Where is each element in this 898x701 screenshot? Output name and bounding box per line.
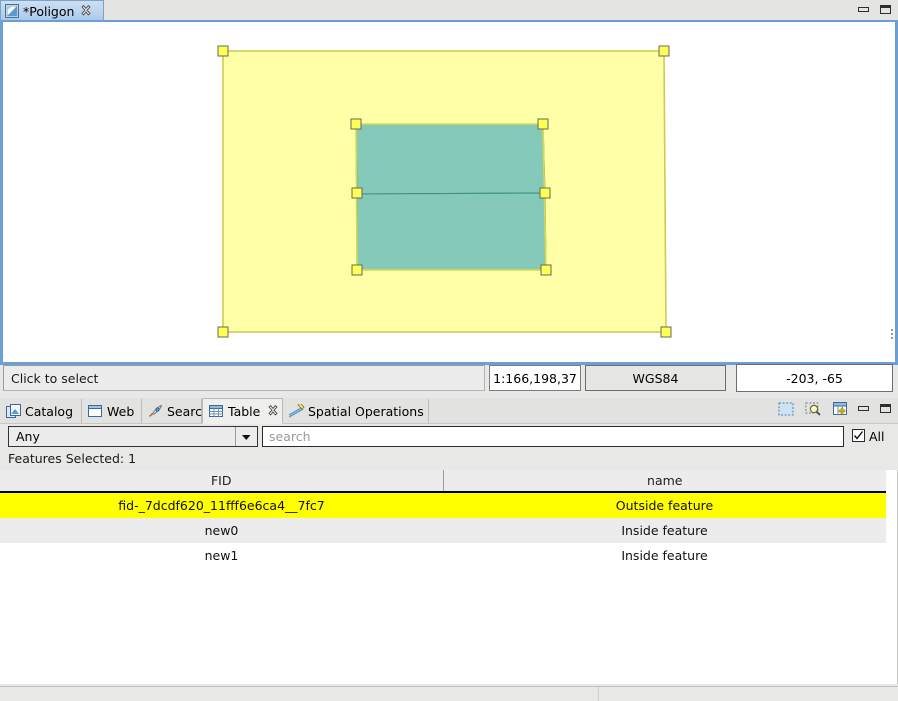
cell-name: Outside feature [443, 492, 886, 518]
table-header-row: FID name [0, 470, 886, 493]
tab-search[interactable]: Search [142, 399, 210, 423]
tab-table[interactable]: Table [202, 398, 283, 424]
map-editor-icon [5, 4, 19, 18]
map-geometry [217, 45, 672, 338]
minimize-icon[interactable] [857, 3, 870, 18]
web-browser-icon [88, 404, 103, 419]
coordinate-readout: -203, -65 [736, 364, 893, 392]
table-grid-icon [209, 404, 224, 419]
cell-name: Inside feature [443, 518, 886, 543]
zoom-to-selection-icon[interactable] [805, 401, 821, 420]
tab-spatial-operations[interactable]: Spatial Operations [283, 399, 429, 423]
map-panel-sash[interactable] [889, 327, 895, 343]
status-message: Click to select [3, 365, 485, 391]
cell-fid: new1 [0, 543, 443, 568]
maximize-icon[interactable] [879, 3, 892, 18]
bottom-view-part: Catalog Web Search Table Spatial Operati… [0, 398, 898, 701]
feature-table-grid: FID name fid-_7dcdf620_11fff6e6ca4__7fc7… [0, 470, 886, 568]
panel-sash-vertical[interactable] [598, 687, 599, 701]
table-filter-row: Any search All [0, 424, 898, 449]
column-header-name[interactable]: name [443, 470, 886, 493]
close-icon[interactable] [267, 404, 279, 417]
map-editor-part: *Poligon Click to select 1:166,198,37 WG… [0, 0, 898, 396]
editor-tab-poligon[interactable]: *Poligon [0, 0, 104, 21]
panel-divider [0, 686, 898, 687]
all-checkbox-label: All [869, 429, 885, 444]
column-header-fid[interactable]: FID [0, 470, 444, 493]
tab-web[interactable]: Web [82, 399, 142, 423]
cell-fid: new0 [0, 518, 443, 543]
select-all-rows-icon[interactable] [778, 401, 794, 420]
all-checkbox[interactable]: All [852, 428, 885, 445]
scale-field[interactable]: 1:166,198,37 [489, 365, 581, 391]
maximize-icon[interactable] [879, 402, 892, 417]
view-window-buttons [857, 402, 892, 417]
attribute-filter-select[interactable]: Any [8, 426, 258, 447]
table-row[interactable]: new1 Inside feature [0, 543, 886, 568]
checkbox-checked-icon[interactable] [852, 428, 865, 445]
add-table-row-icon[interactable] [832, 401, 848, 420]
tab-catalog-label: Catalog [25, 403, 74, 419]
map-status-bar: Click to select 1:166,198,37 WGS84 -203,… [0, 362, 898, 394]
editor-tab-row: *Poligon [0, 0, 898, 21]
map-viewport-frame [0, 20, 898, 365]
chevron-down-icon[interactable] [235, 427, 257, 446]
tab-catalog[interactable]: Catalog [0, 399, 82, 423]
table-row[interactable]: new0 Inside feature [0, 518, 886, 543]
attribute-filter-value: Any [16, 429, 40, 444]
view-toolbar [778, 401, 848, 420]
features-selected-status: Features Selected: 1 [8, 451, 137, 466]
tab-spatial-operations-label: Spatial Operations [308, 403, 424, 419]
map-canvas[interactable] [3, 22, 895, 362]
inside-feature-polygon-top [355, 123, 546, 195]
catalog-icon [6, 403, 21, 419]
cell-name: Inside feature [443, 543, 886, 568]
search-rocket-icon [148, 404, 163, 419]
cell-fid: fid-_7dcdf620_11fff6e6ca4__7fc7 [0, 492, 443, 518]
spatial-operations-icon [288, 401, 305, 419]
editor-tab-label: *Poligon [23, 3, 75, 19]
inside-feature-polygon-bottom [356, 192, 547, 271]
tab-table-label: Table [228, 403, 261, 419]
search-input[interactable]: search [262, 426, 844, 447]
close-icon[interactable] [80, 4, 92, 17]
minimize-icon[interactable] [857, 402, 870, 417]
view-tab-row: Catalog Web Search Table Spatial Operati… [0, 398, 898, 424]
feature-table[interactable]: FID name fid-_7dcdf620_11fff6e6ca4__7fc7… [0, 470, 898, 684]
tab-web-label: Web [107, 403, 135, 419]
application-window: *Poligon Click to select 1:166,198,37 WG… [0, 0, 898, 701]
editor-window-buttons [857, 3, 892, 18]
crs-button[interactable]: WGS84 [585, 365, 726, 391]
table-row[interactable]: fid-_7dcdf620_11fff6e6ca4__7fc7 Outside … [0, 492, 886, 518]
